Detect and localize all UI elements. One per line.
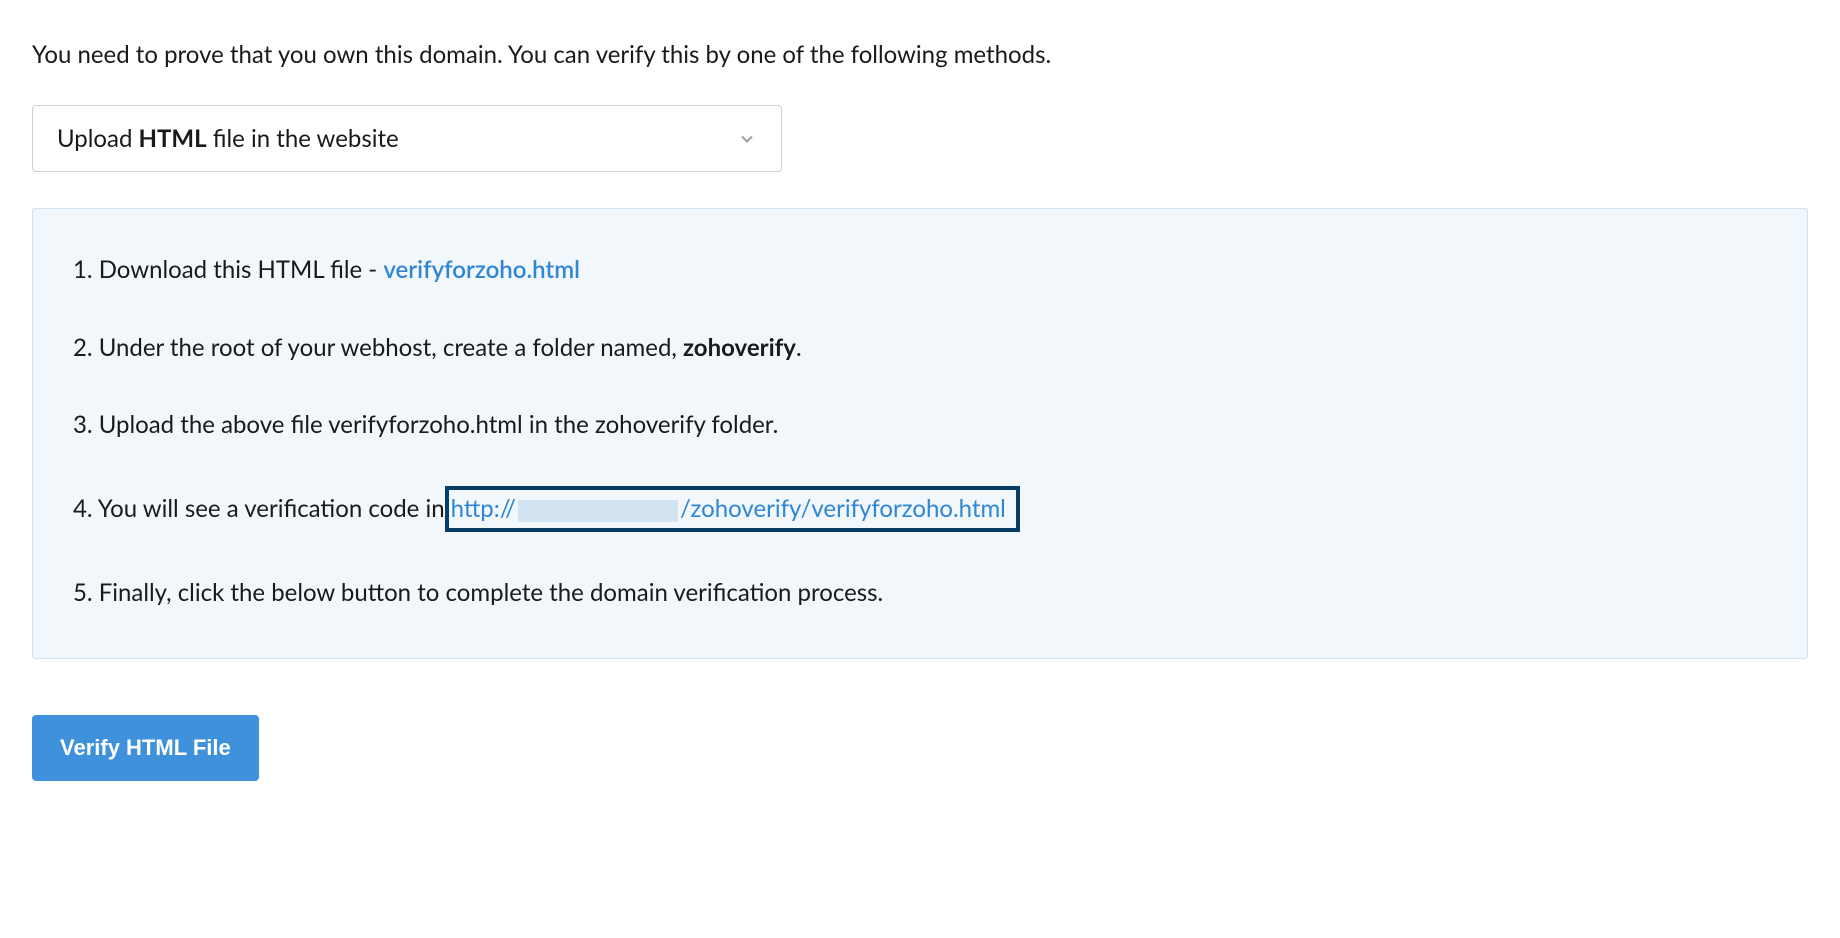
dropdown-label: Upload HTML file in the website: [57, 124, 399, 153]
dropdown-suffix: file in the website: [207, 124, 399, 153]
chevron-down-icon: [737, 129, 757, 149]
step2-prefix: 2. Under the root of your webhost, creat…: [73, 333, 683, 362]
verify-html-file-button[interactable]: Verify HTML File: [32, 715, 259, 781]
verification-method-dropdown[interactable]: Upload HTML file in the website: [32, 105, 782, 172]
dropdown-prefix: Upload: [57, 124, 139, 153]
url-suffix: /zohoverify/verifyforzoho.html: [680, 494, 1006, 523]
instruction-step-4: 4. You will see a verification code in h…: [73, 486, 1767, 532]
instruction-step-2: 2. Under the root of your webhost, creat…: [73, 331, 1767, 365]
instruction-step-5: 5. Finally, click the below button to co…: [73, 576, 1767, 610]
dropdown-bold: HTML: [139, 124, 207, 153]
intro-text: You need to prove that you own this doma…: [32, 40, 1808, 69]
instruction-step-3: 3. Upload the above file verifyforzoho.h…: [73, 408, 1767, 442]
verification-url-link[interactable]: http:// /zohoverify/verifyforzoho.html: [445, 486, 1020, 532]
redacted-domain: [518, 500, 678, 522]
instructions-panel: 1. Download this HTML file - verifyforzo…: [32, 208, 1808, 659]
url-prefix: http://: [451, 494, 516, 523]
download-html-link[interactable]: verifyforzoho.html: [383, 255, 580, 284]
step2-suffix: .: [796, 333, 802, 362]
step2-bold: zohoverify: [683, 333, 796, 362]
instruction-step-1: 1. Download this HTML file - verifyforzo…: [73, 253, 1767, 287]
step4-prefix: 4. You will see a verification code in: [73, 494, 445, 523]
step1-prefix: 1. Download this HTML file -: [73, 255, 383, 284]
